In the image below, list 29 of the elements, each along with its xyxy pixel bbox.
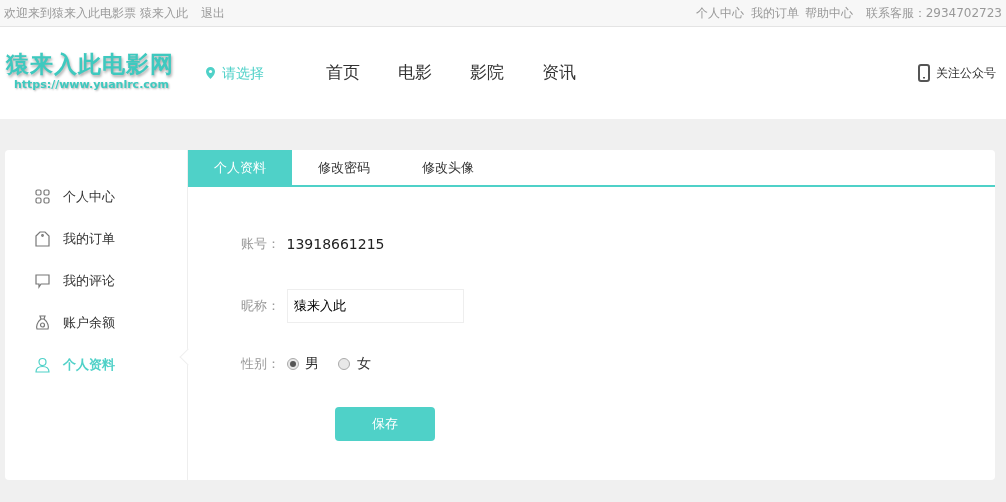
grid-icon [35,189,50,205]
sidebar-item[interactable]: 个人中心 [5,176,187,218]
sidebar-item[interactable]: 我的评论 [5,260,187,302]
field-label: 账号： [240,235,280,254]
nav-link[interactable]: 资讯 [542,60,576,86]
location-pin-icon [206,67,215,79]
tag-icon [35,231,50,247]
welcome-text: 欢迎来到猿来入此电影票 猿来入此 [4,5,188,22]
phone-icon [917,64,930,82]
radio-button[interactable] [286,357,299,370]
speech-bubble-icon [35,273,50,289]
money-bag-icon [35,315,50,331]
radio-label: 男 [305,354,319,373]
follow-link[interactable]: 关注公众号 [917,64,996,82]
radio-label: 女 [356,354,371,373]
nav-link[interactable]: 首页 [326,60,360,86]
logo-url: https://www.yuanlrc.com [13,77,170,94]
person-icon [35,357,50,373]
account-value: 13918661215 [286,234,385,254]
sidebar-item[interactable]: 账户余额 [5,302,187,344]
nav-link[interactable]: 影院 [470,60,504,86]
sidebar-item[interactable]: 我的订单 [5,218,187,260]
logo-title: 猿来入此电影网 [6,52,175,78]
nickname-field[interactable]: 猿来入此 [286,289,464,323]
service-phone: 联系客服：2934702723 [865,5,1002,22]
field-label: 昵称： [240,297,280,316]
nav-link[interactable]: 电影 [398,60,432,86]
radio-button[interactable] [338,357,350,370]
field-label: 性别： [240,354,280,373]
